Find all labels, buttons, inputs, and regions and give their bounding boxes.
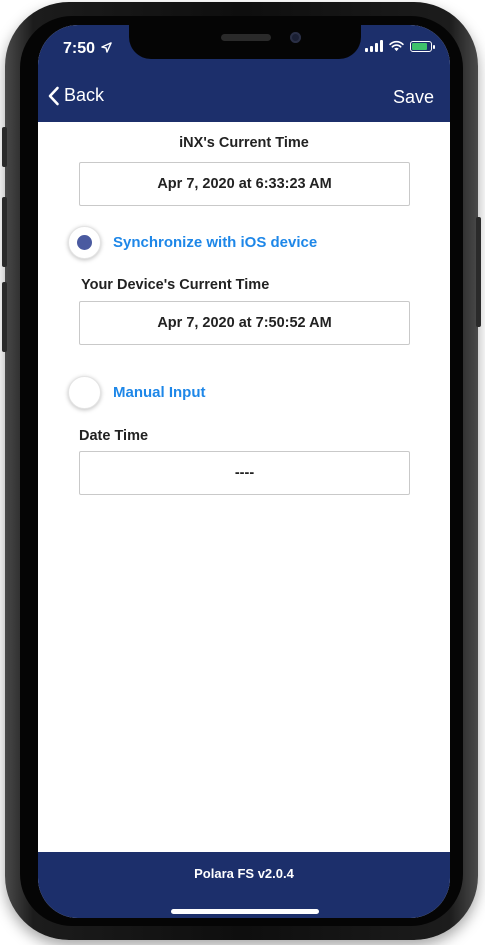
manual-radio-button[interactable] <box>68 376 101 409</box>
volume-down-button <box>2 282 7 352</box>
date-time-value: ---- <box>234 465 255 481</box>
chevron-left-icon <box>48 86 59 105</box>
inx-time-field: Apr 7, 2020 at 6:33:23 AM <box>79 162 410 206</box>
date-time-field[interactable]: ---- <box>79 451 410 495</box>
app-header: 7:50 Back Save <box>38 25 450 122</box>
inx-time-label: iNX's Current Time <box>179 135 309 151</box>
device-time-label: Your Device's Current Time <box>81 277 270 293</box>
device-time-field: Apr 7, 2020 at 7:50:52 AM <box>79 301 410 345</box>
sync-option-label[interactable]: Synchronize with iOS device <box>113 234 317 251</box>
device-time-value: Apr 7, 2020 at 7:50:52 AM <box>157 315 332 331</box>
back-button[interactable]: Back <box>47 85 104 106</box>
front-camera <box>290 32 301 43</box>
device-notch <box>129 25 361 59</box>
sync-option[interactable]: Synchronize with iOS device <box>68 226 317 259</box>
inx-time-value: Apr 7, 2020 at 6:33:23 AM <box>157 176 332 192</box>
speaker-grille <box>221 34 271 41</box>
battery-charging-icon <box>410 40 435 52</box>
wifi-icon <box>389 40 404 52</box>
status-icons <box>365 40 435 52</box>
status-time: 7:50 <box>63 40 113 58</box>
sync-radio-button[interactable] <box>68 226 101 259</box>
manual-option[interactable]: Manual Input <box>68 376 206 409</box>
cellular-signal-icon <box>365 40 383 52</box>
radio-selected-dot <box>77 235 92 250</box>
home-indicator[interactable] <box>171 909 319 914</box>
power-button <box>476 217 481 327</box>
date-time-label: Date Time <box>79 428 149 444</box>
save-button[interactable]: Save <box>393 87 434 108</box>
volume-up-button <box>2 197 7 267</box>
app-footer: Polara FS v2.0.4 <box>38 852 450 918</box>
location-arrow-icon <box>101 42 113 53</box>
app-screen: 7:50 Back Save iNX's Current Time Apr 7,… <box>38 25 450 918</box>
manual-option-label[interactable]: Manual Input <box>113 384 206 401</box>
back-button-label: Back <box>64 85 105 105</box>
mute-switch <box>2 127 7 167</box>
status-time-text: 7:50 <box>63 40 96 57</box>
version-text: Polara FS v2.0.4 <box>194 866 294 881</box>
